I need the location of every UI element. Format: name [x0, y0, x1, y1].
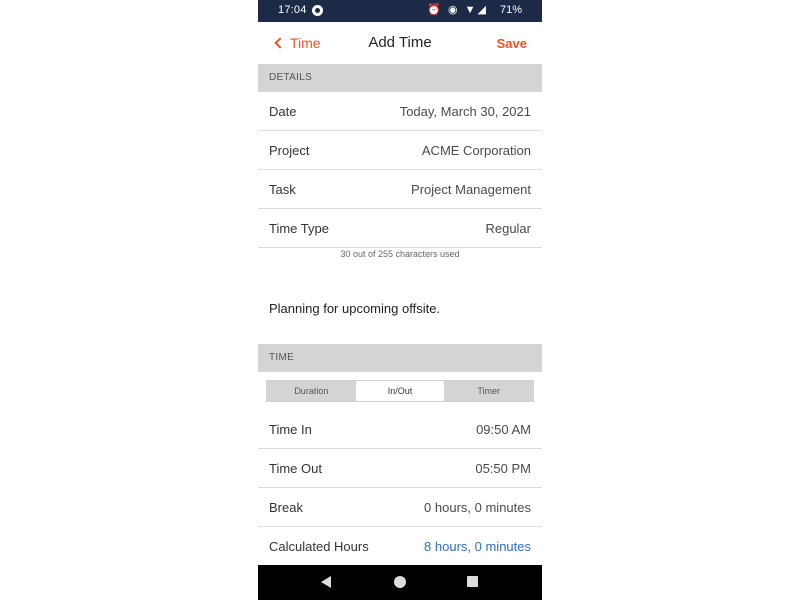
- android-home-icon[interactable]: [394, 576, 406, 588]
- calculated-hours-row: Calculated Hours 8 hours, 0 minutes: [258, 527, 542, 566]
- tab-timer[interactable]: Timer: [444, 381, 534, 401]
- time-in-label: Time In: [269, 422, 312, 437]
- time-in-value: 09:50 AM: [476, 422, 531, 437]
- tab-in-out[interactable]: In/Out: [355, 381, 445, 401]
- android-navigation-bar: [258, 565, 542, 600]
- date-label: Date: [269, 104, 297, 119]
- time-out-row[interactable]: Time Out 05:50 PM: [258, 449, 542, 488]
- time-out-value: 05:50 PM: [475, 461, 531, 476]
- android-back-icon[interactable]: [321, 576, 331, 588]
- phone-screen: 17:04 ⏰ ◉ ▼◢ 71% Time Add Time Save DETA…: [258, 0, 542, 600]
- time-in-row[interactable]: Time In 09:50 AM: [258, 410, 542, 449]
- time-out-label: Time Out: [269, 461, 322, 476]
- status-time: 17:04: [278, 4, 307, 16]
- battery-percent: 71%: [499, 4, 522, 16]
- project-row[interactable]: Project ACME Corporation: [258, 131, 542, 170]
- break-value: 0 hours, 0 minutes: [424, 500, 531, 515]
- project-label: Project: [269, 143, 310, 158]
- character-counter: 30 out of 255 characters used: [340, 249, 460, 259]
- date-value: Today, March 30, 2021: [399, 104, 531, 119]
- nav-bar: Time Add Time Save: [258, 22, 542, 64]
- time-mode-segmented-control: Duration In/Out Timer: [266, 380, 534, 402]
- time-type-label: Time Type: [269, 221, 329, 236]
- notes-text[interactable]: Planning for upcoming offsite.: [269, 301, 440, 316]
- section-header-time: TIME: [258, 344, 542, 372]
- section-header-details: DETAILS: [258, 64, 542, 92]
- project-value: ACME Corporation: [421, 143, 531, 158]
- calculated-hours-label: Calculated Hours: [269, 539, 369, 554]
- status-bar: 17:04 ⏰ ◉ ▼◢ 71%: [258, 0, 542, 22]
- status-icons: ⏰ ◉ ▼◢: [427, 4, 488, 16]
- time-type-value: Regular: [485, 221, 531, 236]
- notification-app-icon: [312, 5, 323, 16]
- break-row[interactable]: Break 0 hours, 0 minutes: [258, 488, 542, 527]
- time-type-row[interactable]: Time Type Regular: [258, 209, 542, 248]
- save-button[interactable]: Save: [497, 36, 527, 51]
- task-label: Task: [269, 182, 296, 197]
- android-recents-icon[interactable]: [467, 576, 478, 587]
- calculated-hours-value: 8 hours, 0 minutes: [424, 539, 531, 554]
- tab-duration[interactable]: Duration: [267, 381, 356, 401]
- break-label: Break: [269, 500, 303, 515]
- task-value: Project Management: [411, 182, 531, 197]
- task-row[interactable]: Task Project Management: [258, 170, 542, 209]
- date-row[interactable]: Date Today, March 30, 2021: [258, 92, 542, 131]
